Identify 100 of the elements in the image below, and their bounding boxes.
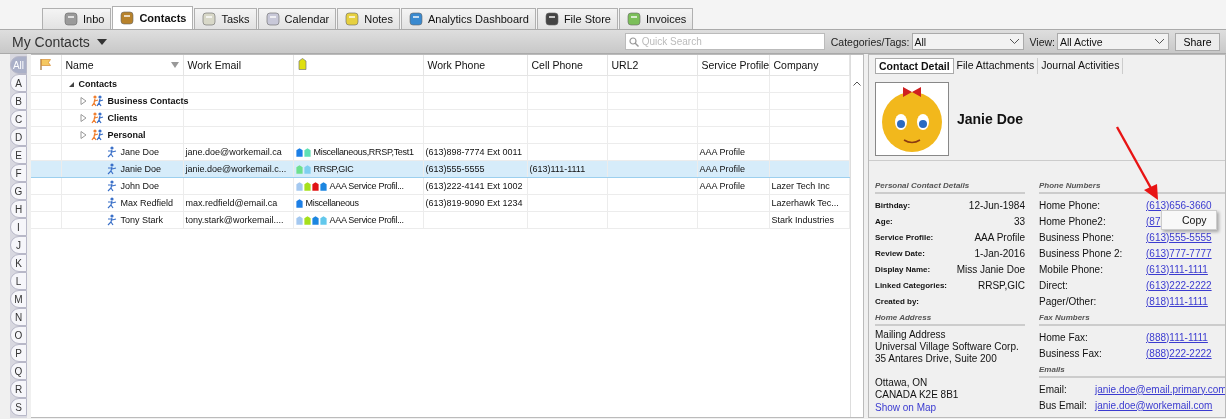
alphabet-filter[interactable]: J bbox=[10, 236, 27, 254]
app-tab[interactable]: Analytics Dashboard bbox=[401, 8, 536, 29]
table-cell: AAA Profile bbox=[699, 181, 746, 191]
alphabet-filter[interactable]: E bbox=[10, 146, 27, 164]
alphabet-filter[interactable]: F bbox=[10, 164, 27, 182]
alphabet-filter[interactable]: Q bbox=[10, 362, 27, 380]
table-cell: Stark Industries bbox=[771, 215, 835, 225]
phone-link[interactable]: (888)111-1111 bbox=[1146, 331, 1208, 343]
table-cell: Lazer Tech Inc bbox=[771, 181, 830, 191]
contact-row[interactable]: John Doe AAA Service Profil... (613)222-4141 Ext 1002 AAA Profile Lazer Tech Inc bbox=[31, 177, 849, 195]
search-field[interactable]: Quick Search bbox=[624, 33, 825, 50]
alphabet-filter[interactable]: K bbox=[10, 254, 27, 272]
detail-tab[interactable]: File Attachments bbox=[953, 58, 1039, 74]
field-label: Mobile Phone: bbox=[1039, 263, 1104, 275]
field-label: Display Name: bbox=[875, 264, 931, 274]
alphabet-filter[interactable]: R bbox=[10, 380, 27, 398]
app-tab[interactable]: Calendar bbox=[257, 8, 337, 29]
share-button[interactable]: Share bbox=[1175, 32, 1220, 51]
alphabet-filter[interactable]: O bbox=[10, 326, 27, 344]
field-label: Home Fax: bbox=[1039, 331, 1089, 343]
map-link[interactable]: Show on Map bbox=[875, 402, 1025, 413]
section-heading: Personal Contact Details bbox=[875, 181, 1025, 194]
phone-link[interactable]: (613)111-1111 bbox=[1146, 263, 1208, 275]
column-header[interactable]: Service Profile bbox=[701, 59, 770, 71]
field-label: Birthday: bbox=[875, 200, 911, 210]
table-cell: RRSP,GIC bbox=[313, 164, 354, 174]
phone-link[interactable]: (613)222-2222 bbox=[1146, 279, 1212, 291]
group-name[interactable]: Business Contacts bbox=[107, 96, 189, 106]
group-name[interactable]: Clients bbox=[107, 113, 138, 123]
field-label: Business Phone: bbox=[1039, 231, 1116, 243]
alphabet-filter[interactable]: A bbox=[10, 74, 27, 92]
field-value: 1-Jan-2016 bbox=[974, 247, 1025, 259]
table-cell: (613)111-1111 bbox=[529, 164, 586, 174]
field-value: RRSP,GIC bbox=[977, 279, 1025, 291]
field-value: 33 bbox=[1013, 215, 1025, 227]
app-tab[interactable]: Notes bbox=[337, 8, 400, 29]
table-cell: AAA Service Profil... bbox=[329, 181, 404, 191]
column-header[interactable]: Cell Phone bbox=[531, 59, 583, 71]
menu-item[interactable]: Copy bbox=[1162, 213, 1216, 227]
view-title[interactable]: My Contacts bbox=[12, 33, 107, 50]
app-tab[interactable]: Inbo bbox=[42, 8, 112, 29]
field-label: Direct: bbox=[1039, 279, 1069, 291]
column-header[interactable]: Name bbox=[65, 59, 94, 71]
phone-link[interactable]: (87 bbox=[1146, 215, 1161, 227]
group-name[interactable]: Personal bbox=[107, 130, 146, 140]
app-tab[interactable]: File Store bbox=[536, 8, 618, 29]
field-label: Created by: bbox=[875, 296, 919, 306]
alphabet-filter[interactable]: C bbox=[10, 110, 27, 128]
phone-link[interactable]: (613)777-7777 bbox=[1146, 247, 1212, 259]
contact-row[interactable]: Tony Stark tony.stark@workemail.... AAA Service Profil... Stark Industries bbox=[31, 211, 849, 229]
view-dropdown[interactable]: All Active bbox=[1057, 33, 1169, 50]
app-tab[interactable]: Tasks bbox=[194, 8, 257, 29]
table-cell: AAA Service Profil... bbox=[329, 215, 404, 225]
field-value: 12-Jun-1984 bbox=[968, 199, 1025, 211]
app-tab[interactable]: Invoices bbox=[618, 8, 694, 29]
column-header[interactable]: Work Phone bbox=[427, 59, 486, 71]
alphabet-filter[interactable]: M bbox=[10, 290, 27, 308]
app-tab[interactable]: Contacts bbox=[112, 6, 194, 29]
contact-name: Max Redfield bbox=[120, 198, 174, 208]
alphabet-filter[interactable]: L bbox=[10, 272, 27, 290]
field-value: AAA Profile bbox=[974, 231, 1025, 243]
alphabet-filter[interactable]: G bbox=[10, 182, 27, 200]
table-cell: Lazerhawk Tec... bbox=[771, 198, 839, 208]
table-cell: janie.doe@workemail.c... bbox=[185, 164, 287, 174]
table-cell: (613)555-5555 bbox=[425, 164, 485, 174]
contact-name: Jane Doe bbox=[120, 147, 160, 157]
detail-tab[interactable]: Journal Activities bbox=[1038, 58, 1124, 74]
field-label: Pager/Other: bbox=[1039, 295, 1098, 307]
contact-row[interactable]: Max Redfield max.redfield@email.ca Miscellaneous (613)819-9090 Ext 1234 Lazerhawk Tec... bbox=[31, 194, 849, 212]
contact-name: Tony Stark bbox=[120, 215, 164, 225]
contact-row[interactable]: Jane Doe jane.doe@workemail.ca Miscellaneous,RRSP,Test1 (613)898-7774 Ext 0011 AAA Profile bbox=[31, 143, 849, 161]
column-header[interactable]: Work Email bbox=[187, 59, 241, 71]
group-name[interactable]: Contacts bbox=[78, 79, 117, 89]
field-label: Business Phone 2: bbox=[1039, 247, 1124, 259]
alphabet-filter[interactable]: I bbox=[10, 218, 27, 236]
field-label: Email: bbox=[1039, 383, 1068, 395]
email-link[interactable]: janie.doe@workemail.com bbox=[1095, 399, 1213, 411]
alphabet-filter[interactable]: B bbox=[10, 92, 27, 110]
phone-link[interactable]: (818)111-1111 bbox=[1146, 295, 1208, 307]
column-header[interactable]: Company bbox=[773, 59, 819, 71]
alphabet-filter[interactable]: P bbox=[10, 344, 27, 362]
phone-link[interactable]: (613)656-3660 bbox=[1146, 199, 1212, 211]
phone-link[interactable]: (613)555-5555 bbox=[1146, 231, 1212, 243]
table-cell: (613)819-9090 Ext 1234 bbox=[425, 198, 523, 208]
contact-row[interactable]: Janie Doe janie.doe@workemail.c... RRSP,GIC (613)555-5555 (613)111-1111 AAA Profile bbox=[31, 160, 849, 178]
detail-tab[interactable]: Contact Detail bbox=[875, 58, 954, 74]
alphabet-filter[interactable]: H bbox=[10, 200, 27, 218]
field-label: Home Phone: bbox=[1039, 199, 1102, 211]
alphabet-filter[interactable]: S bbox=[10, 398, 27, 416]
phone-link[interactable]: (888)222-2222 bbox=[1146, 347, 1212, 359]
field-label: Business Fax: bbox=[1039, 347, 1103, 359]
column-header[interactable]: URL2 bbox=[611, 59, 639, 71]
table-cell: AAA Profile bbox=[699, 164, 746, 174]
section-heading: Fax Numbers bbox=[1039, 313, 1225, 326]
table-cell: max.redfield@email.ca bbox=[185, 198, 278, 208]
section-heading: Emails bbox=[1039, 365, 1225, 378]
table-cell: Miscellaneous bbox=[305, 198, 359, 208]
categories-dropdown[interactable]: All bbox=[911, 33, 1024, 50]
alphabet-filter[interactable]: D bbox=[10, 128, 27, 146]
alphabet-filter[interactable]: N bbox=[10, 308, 27, 326]
